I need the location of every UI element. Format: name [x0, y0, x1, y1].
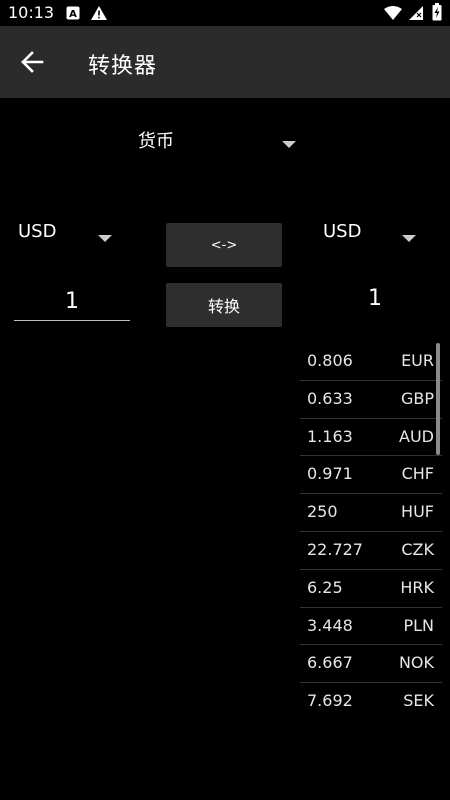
back-button[interactable] [14, 44, 50, 80]
back-arrow-icon [21, 51, 44, 73]
list-item[interactable]: 22.727 CZK [300, 532, 442, 570]
list-item[interactable]: 1.163 AUD [300, 419, 442, 457]
amount-input[interactable]: 1 [14, 283, 130, 321]
rate-code: NOK [398, 653, 434, 673]
rate-value: 6.667 [307, 653, 353, 673]
list-item[interactable]: 0.806 EUR [300, 343, 442, 381]
rate-value: 1.163 [307, 426, 353, 446]
status-bar: 10:13 A [0, 0, 450, 26]
rate-value: 22.727 [307, 539, 363, 559]
rate-code: CHF [401, 464, 434, 484]
list-item[interactable]: 0.633 GBP [300, 381, 442, 419]
app-bar: 转换器 [0, 26, 450, 98]
rate-value: 6.25 [307, 577, 343, 597]
list-item[interactable]: 6.25 HRK [300, 570, 442, 608]
page-title: 转换器 [88, 54, 158, 79]
rate-code: EUR [401, 351, 434, 370]
rate-code: HUF [401, 502, 434, 522]
dropdown-arrow-icon [98, 228, 112, 247]
from-currency-label: USD [18, 221, 57, 242]
rate-code: HRK [400, 577, 434, 597]
dropdown-arrow-icon [282, 134, 296, 153]
cellular-signal-icon [409, 5, 423, 24]
rate-value: 3.448 [307, 615, 353, 635]
rate-code: PLN [403, 615, 434, 635]
result-value: 1 [368, 286, 382, 311]
svg-text:A: A [69, 9, 77, 20]
notification-a-icon: A [66, 5, 80, 24]
list-item[interactable]: 0.971 CHF [300, 456, 442, 495]
swap-button[interactable]: <-> [166, 223, 282, 267]
rate-code: AUD [399, 426, 434, 446]
rate-value: 0.806 [307, 351, 353, 370]
rate-value: 250 [307, 502, 338, 522]
dropdown-arrow-icon [402, 228, 416, 247]
status-time: 10:13 [8, 3, 55, 22]
rate-value: 0.971 [307, 464, 353, 484]
rate-value: 7.692 [307, 691, 353, 711]
rate-list-scrollbar[interactable] [436, 343, 440, 455]
battery-icon [432, 3, 442, 25]
to-currency-label: USD [323, 221, 362, 242]
list-item[interactable]: 7.692 SEK [300, 683, 442, 721]
rate-code: GBP [400, 388, 434, 408]
warning-icon [91, 5, 107, 24]
rate-code: CZK [401, 539, 434, 559]
wifi-icon [384, 5, 402, 24]
rate-code: SEK [403, 691, 434, 711]
convert-button[interactable]: 转换 [166, 283, 282, 327]
list-item[interactable]: 6.667 NOK [300, 645, 442, 684]
rate-list[interactable]: 0.806 EUR 0.633 GBP 1.163 AUD 0.971 CHF … [300, 343, 442, 721]
list-item[interactable]: 3.448 PLN [300, 608, 442, 646]
rate-value: 0.633 [307, 388, 353, 408]
list-item[interactable]: 250 HUF [300, 494, 442, 532]
category-label: 货币 [138, 131, 174, 152]
